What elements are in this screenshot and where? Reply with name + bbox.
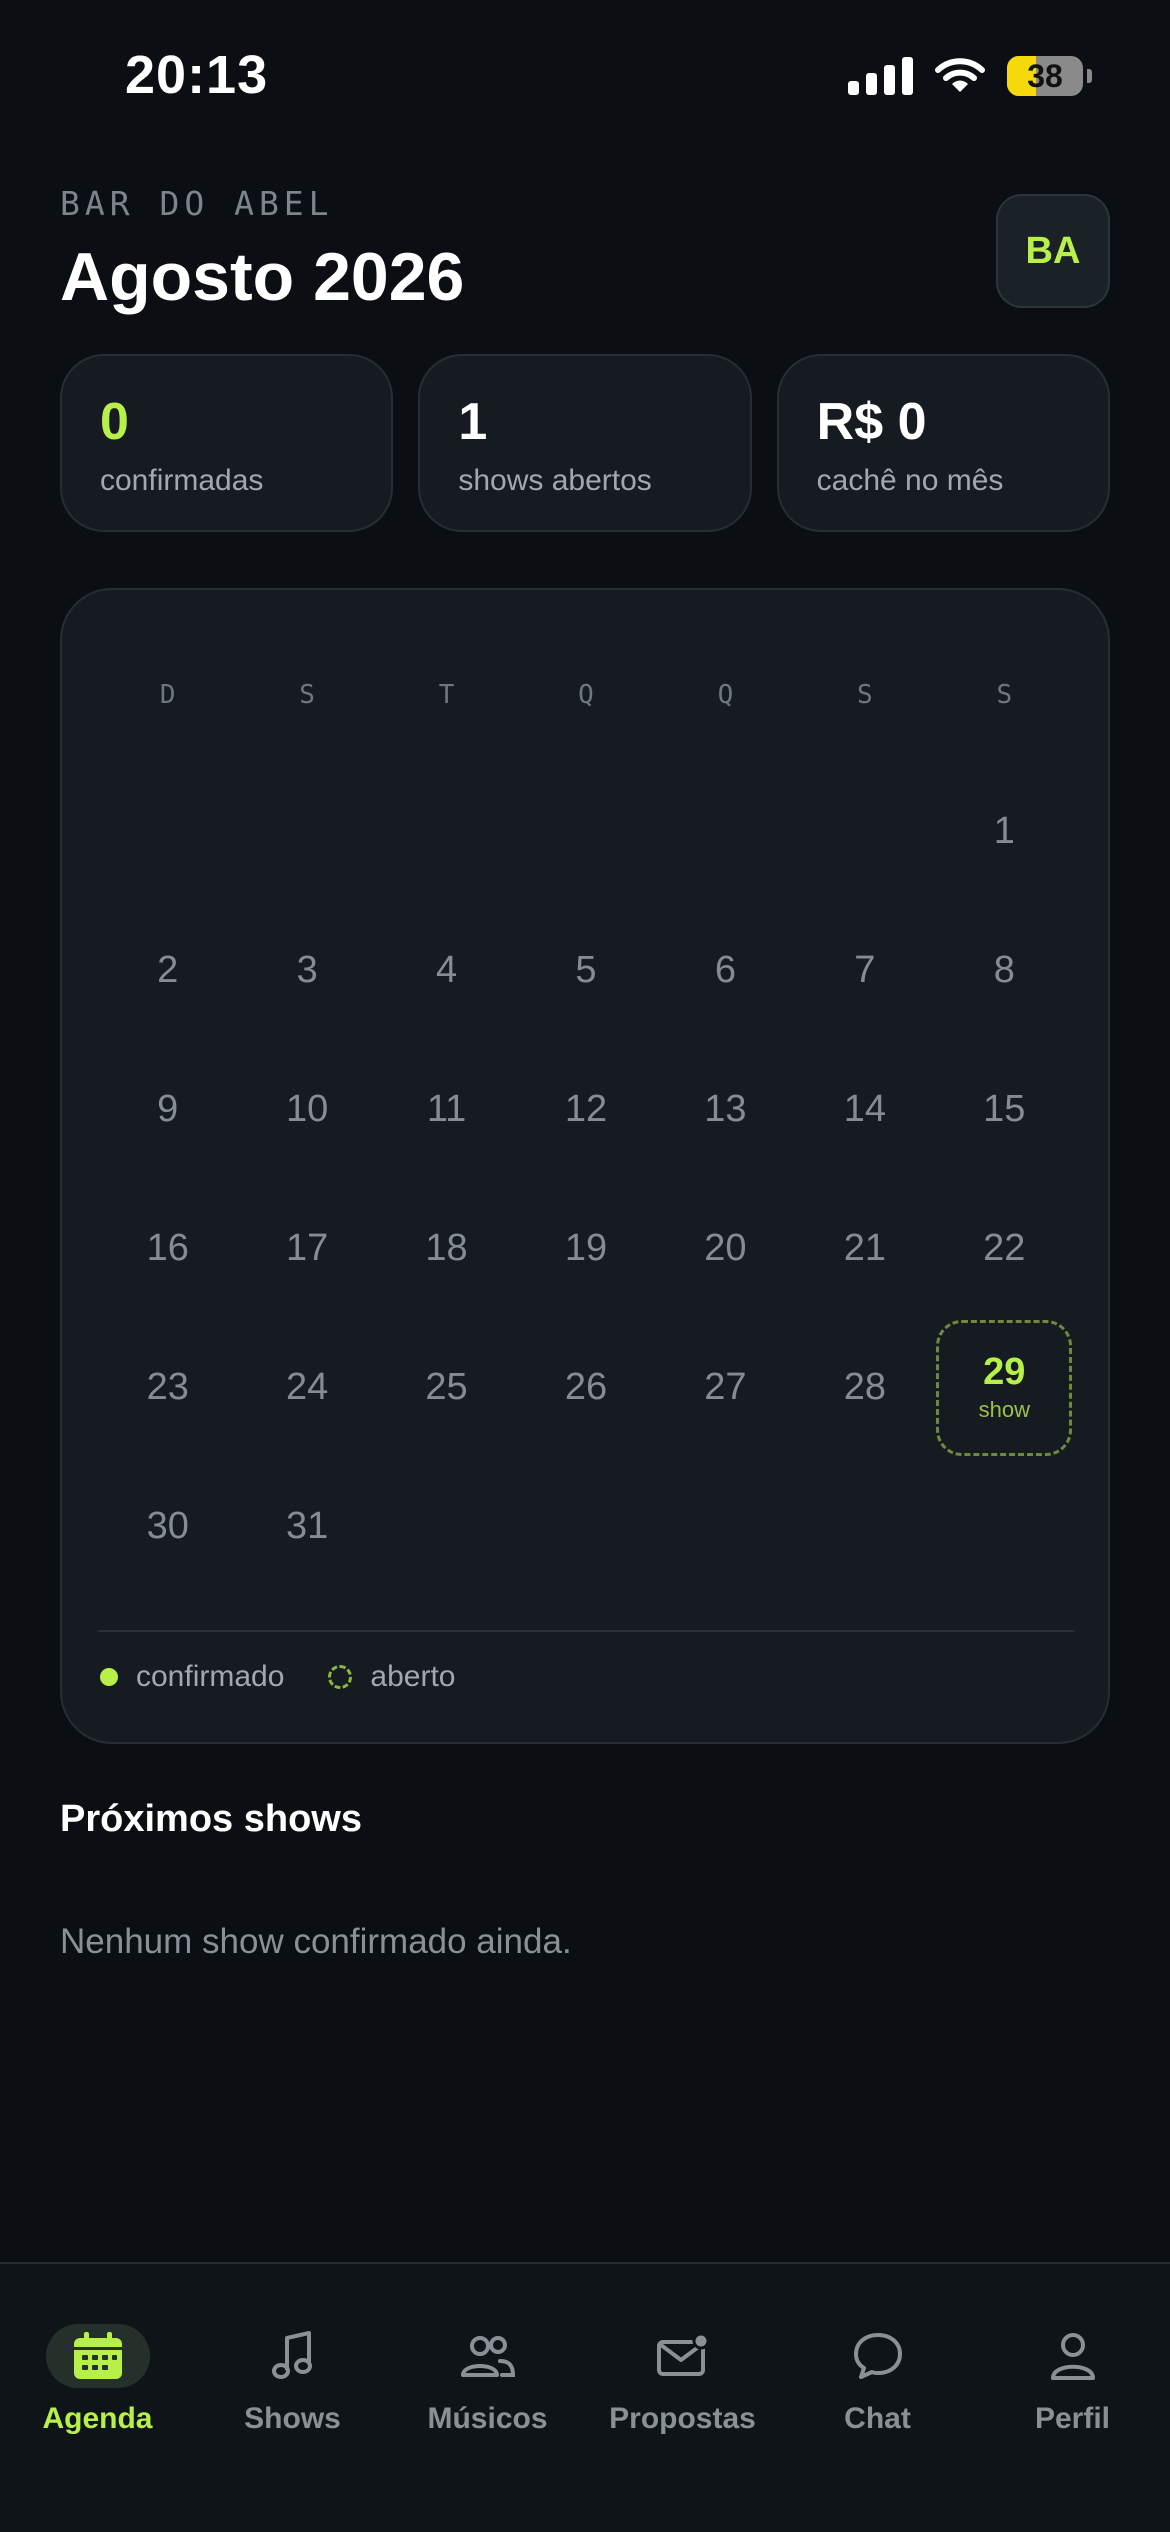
bottom-nav: Agenda Shows Músicos Propostas Chat Perf… bbox=[0, 2262, 1170, 2532]
calendar-day[interactable]: 24 bbox=[237, 1318, 376, 1457]
calendar-day[interactable]: 20 bbox=[656, 1179, 795, 1318]
legend-confirmed: confirmado bbox=[100, 1660, 284, 1694]
calendar-day[interactable]: 28 bbox=[795, 1318, 934, 1457]
venue-name: BAR DO ABEL bbox=[60, 184, 334, 223]
calendar-legend: confirmado aberto bbox=[100, 1660, 455, 1694]
calendar-day[interactable]: 15 bbox=[935, 1040, 1074, 1179]
stat-value: R$ 0 bbox=[816, 393, 927, 451]
profile-icon bbox=[1050, 2333, 1095, 2380]
calendar-day[interactable]: 9 bbox=[98, 1040, 237, 1179]
nav-item-shows[interactable]: Shows bbox=[195, 2324, 390, 2532]
calendar-day[interactable]: 10 bbox=[237, 1040, 376, 1179]
calendar-day[interactable]: 4 bbox=[377, 901, 516, 1040]
calendar-day[interactable]: 2 bbox=[98, 901, 237, 1040]
calendar-icon bbox=[73, 2332, 122, 2379]
calendar-day[interactable]: 25 bbox=[377, 1318, 516, 1457]
nav-item-proposals[interactable]: Propostas bbox=[585, 2324, 780, 2532]
stat-value: 0 bbox=[100, 393, 129, 451]
stat-label: cachê no mês bbox=[816, 464, 1004, 497]
status-bar: 20:13 38 bbox=[0, 0, 1170, 150]
chat-bubble-icon bbox=[853, 2333, 902, 2379]
calendar-day[interactable]: 27 bbox=[656, 1318, 795, 1457]
avatar-button[interactable]: BA bbox=[996, 194, 1110, 308]
music-note-icon bbox=[271, 2331, 312, 2379]
stat-label: shows abertos bbox=[458, 464, 652, 497]
nav-icon-highlight bbox=[45, 2324, 150, 2388]
calendar-day[interactable]: 5 bbox=[516, 901, 655, 1040]
calendar-day[interactable]: 31 bbox=[237, 1457, 376, 1596]
weekday-label: D bbox=[159, 680, 176, 710]
calendar-day[interactable]: 12 bbox=[516, 1040, 655, 1179]
nav-label: Perfil bbox=[1034, 2402, 1111, 2435]
status-time: 20:13 bbox=[125, 45, 269, 105]
legend-label: confirmado bbox=[136, 1660, 285, 1693]
calendar-day[interactable]: 30 bbox=[98, 1457, 237, 1596]
nav-item-agenda[interactable]: Agenda bbox=[0, 2324, 195, 2532]
weekday-label: S bbox=[299, 680, 315, 710]
stat-card-confirmed: 0 confirmadas bbox=[60, 354, 394, 532]
users-icon bbox=[460, 2336, 515, 2377]
calendar-day[interactable]: 23 bbox=[98, 1318, 237, 1457]
calendar-weekdays: D S T Q Q S S bbox=[98, 680, 1074, 710]
calendar-day[interactable]: 21 bbox=[795, 1179, 934, 1318]
wifi-icon bbox=[935, 57, 985, 95]
upcoming-empty-text: Nenhum show confirmado ainda. bbox=[60, 1922, 572, 1961]
battery-icon: 38 bbox=[1007, 56, 1092, 96]
calendar-divider bbox=[98, 1630, 1074, 1632]
stat-value: 1 bbox=[458, 393, 488, 451]
stat-card-fee: R$ 0 cachê no mês bbox=[776, 354, 1110, 532]
calendar-day[interactable]: 8 bbox=[935, 901, 1074, 1040]
legend-open: aberto bbox=[328, 1660, 455, 1694]
weekday-label: S bbox=[996, 680, 1013, 710]
calendar-day[interactable]: 16 bbox=[98, 1179, 237, 1318]
weekday-label: S bbox=[857, 680, 873, 710]
status-icons: 38 bbox=[848, 56, 1092, 96]
nav-label: Propostas bbox=[609, 2402, 756, 2435]
calendar-day[interactable]: 1 bbox=[935, 762, 1074, 901]
calendar-day[interactable]: 13 bbox=[656, 1040, 795, 1179]
legend-label: aberto bbox=[370, 1660, 456, 1693]
nav-item-chat[interactable]: Chat bbox=[780, 2324, 975, 2532]
calendar-day[interactable]: 19 bbox=[516, 1179, 655, 1318]
calendar-days: 1 2 3 4 5 6 7 8 9 10 11 12 13 14 15 16 1… bbox=[98, 762, 1074, 1596]
nav-label: Shows bbox=[244, 2402, 341, 2435]
stats-row: 0 confirmadas 1 shows abertos R$ 0 cachê… bbox=[60, 354, 1110, 532]
page-title: Agosto 2026 bbox=[60, 239, 465, 315]
calendar-day[interactable]: 17 bbox=[237, 1179, 376, 1318]
calendar-day[interactable]: 11 bbox=[377, 1040, 516, 1179]
show-day-number: 29 bbox=[983, 1350, 1026, 1393]
open-dashed-circle-icon bbox=[328, 1665, 353, 1689]
stat-label: confirmadas bbox=[100, 464, 264, 497]
nav-label: Chat bbox=[844, 2402, 911, 2435]
confirmed-dot-icon bbox=[100, 1668, 118, 1686]
calendar-day[interactable]: 3 bbox=[237, 901, 376, 1040]
battery-level: 38 bbox=[1027, 57, 1063, 94]
calendar-day[interactable]: 26 bbox=[516, 1318, 655, 1457]
weekday-label: T bbox=[438, 680, 455, 710]
mail-icon bbox=[656, 2332, 709, 2376]
calendar-day[interactable]: 7 bbox=[795, 901, 934, 1040]
calendar-day-show[interactable]: 29 show bbox=[936, 1319, 1073, 1456]
calendar-day[interactable]: 22 bbox=[935, 1179, 1074, 1318]
stat-card-open-shows: 1 shows abertos bbox=[418, 354, 752, 532]
calendar-day[interactable]: 6 bbox=[656, 901, 795, 1040]
show-day-tag: show bbox=[978, 1396, 1030, 1422]
weekday-label: Q bbox=[578, 680, 594, 710]
weekday-label: Q bbox=[717, 680, 734, 710]
nav-item-profile[interactable]: Perfil bbox=[975, 2324, 1170, 2532]
nav-item-musicians[interactable]: Músicos bbox=[390, 2324, 585, 2532]
signal-icon bbox=[848, 57, 913, 95]
nav-label: Agenda bbox=[42, 2402, 153, 2435]
calendar-day[interactable]: 14 bbox=[795, 1040, 934, 1179]
calendar: D S T Q Q S S 1 2 3 4 5 6 7 8 9 10 11 12… bbox=[60, 588, 1110, 1744]
upcoming-title: Próximos shows bbox=[60, 1798, 362, 1840]
nav-label: Músicos bbox=[427, 2402, 548, 2435]
calendar-day[interactable]: 18 bbox=[377, 1179, 516, 1318]
